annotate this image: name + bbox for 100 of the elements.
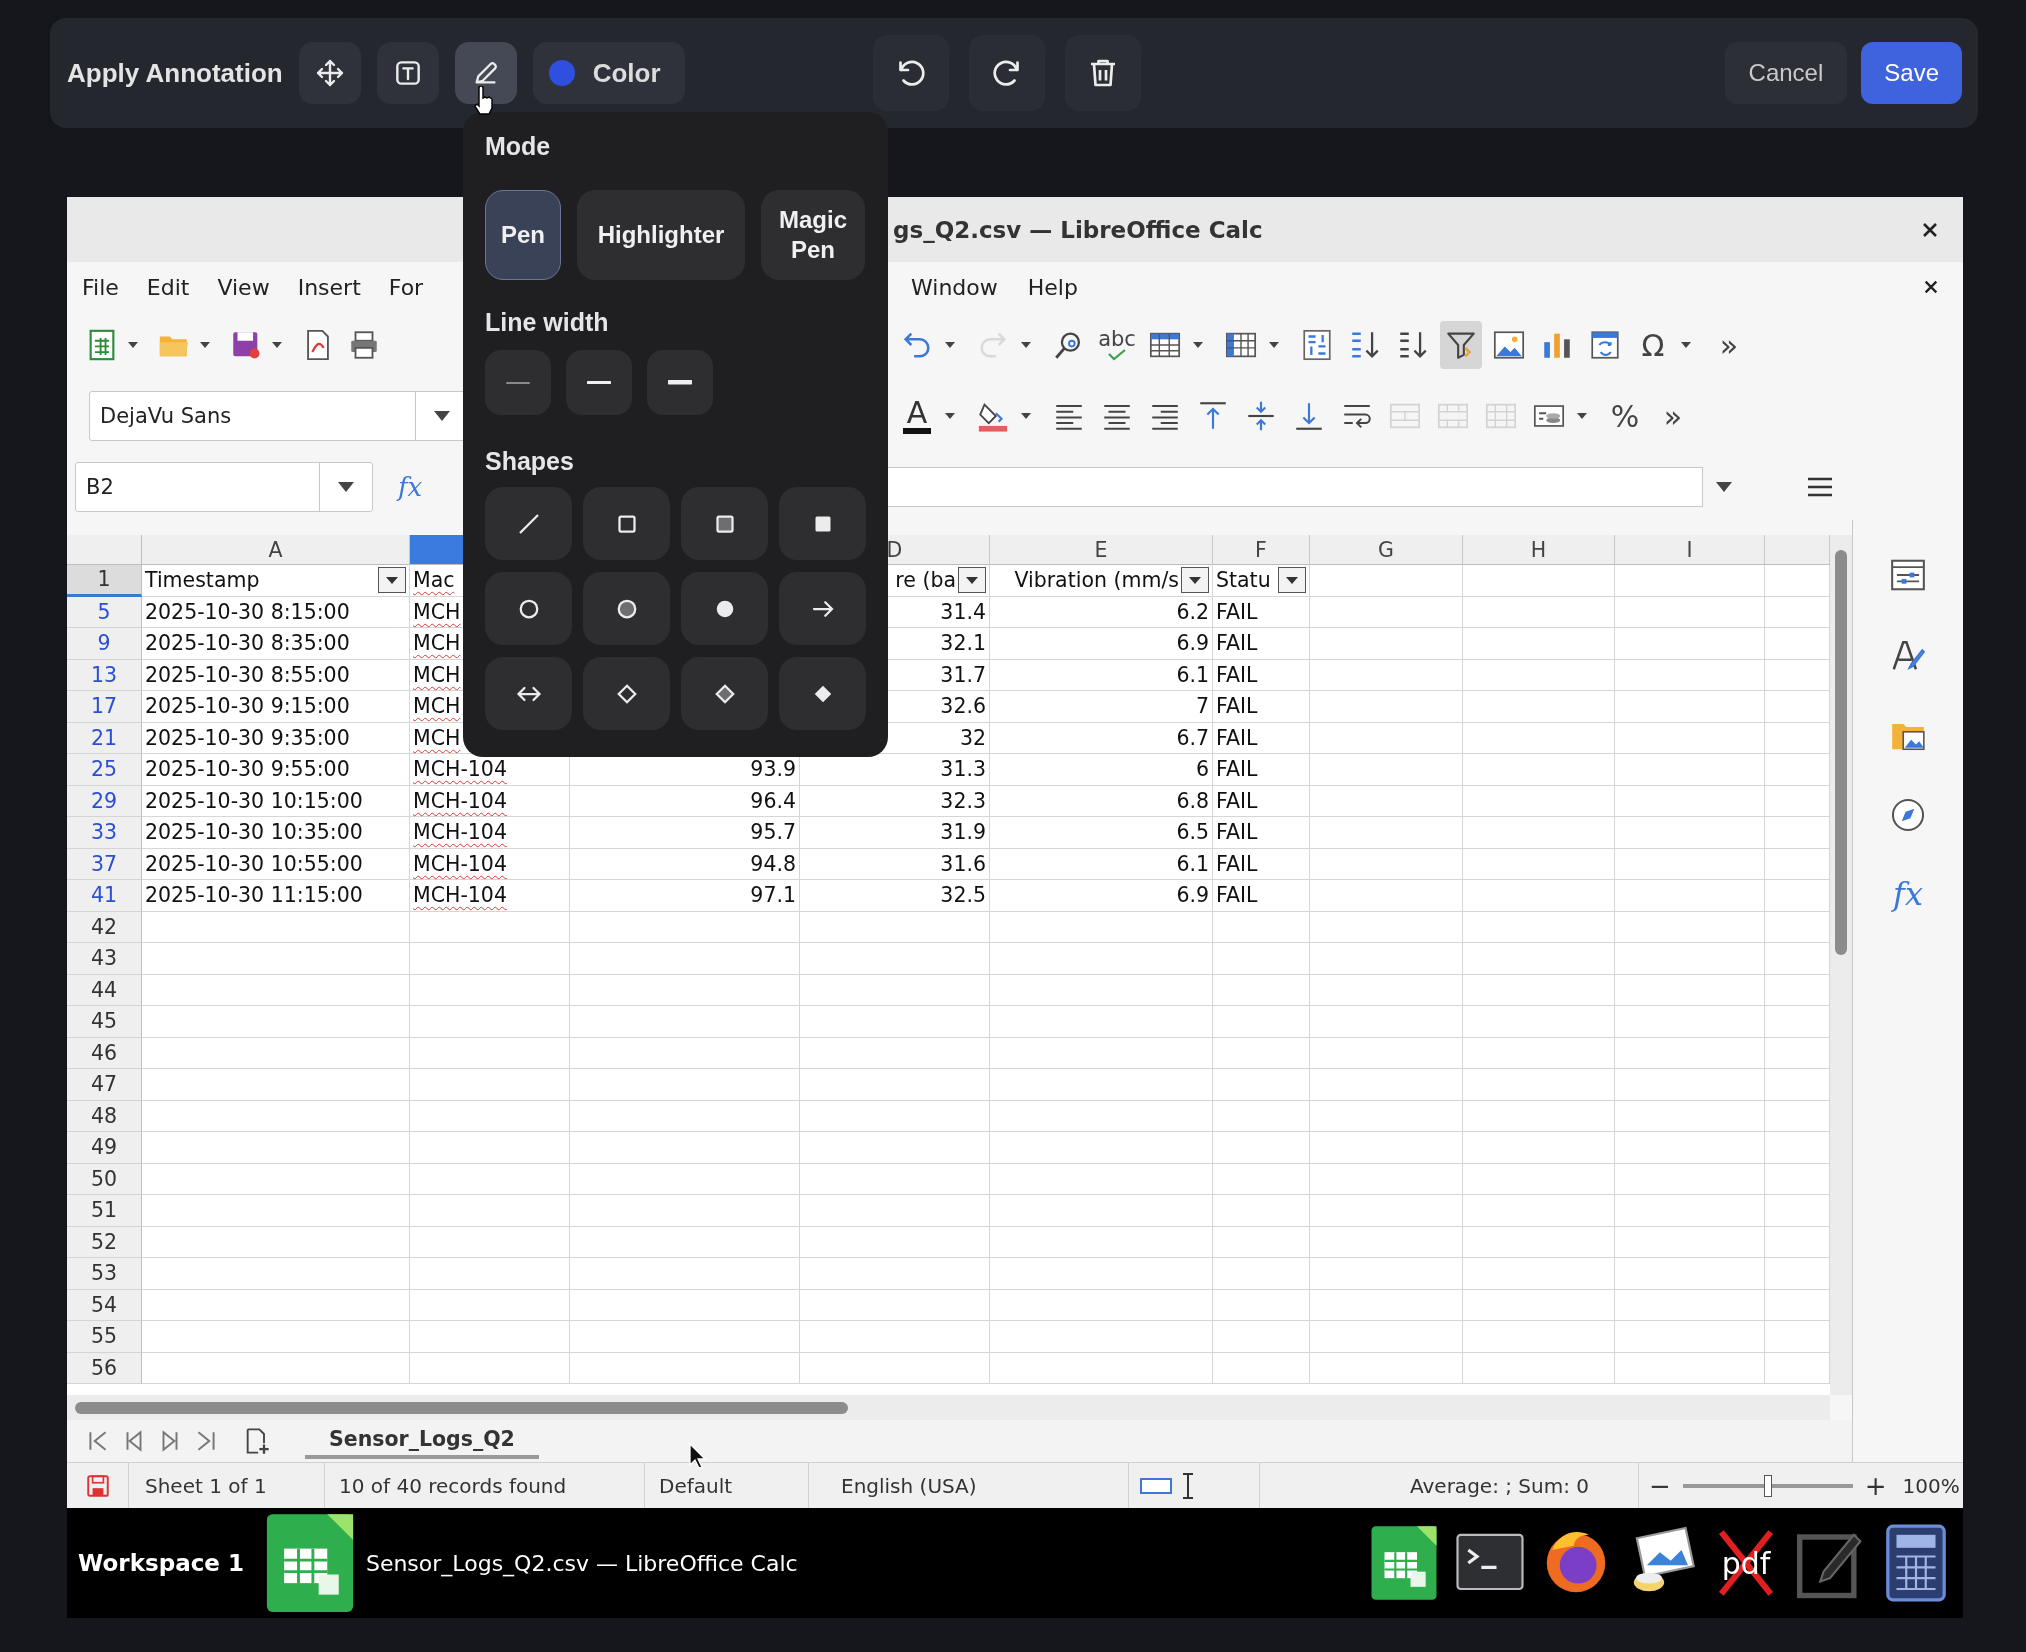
function-wizard-button[interactable]: fx — [398, 472, 423, 502]
special-character-button[interactable]: Ω — [1632, 321, 1674, 369]
more-button[interactable]: » — [1652, 392, 1694, 440]
dropdown-arrow-icon[interactable] — [1020, 412, 1032, 420]
move-tool-button[interactable] — [298, 42, 361, 104]
workspace-label[interactable]: Workspace 1 — [78, 1550, 244, 1576]
dropdown-arrow-icon[interactable] — [944, 341, 956, 349]
mode-button[interactable]: Magic Pen — [761, 190, 865, 280]
more-button[interactable]: » — [1708, 321, 1750, 369]
menu-item[interactable]: Edit — [146, 274, 190, 300]
vertical-scrollbar[interactable] — [1830, 535, 1852, 1395]
row-header[interactable]: 45 — [67, 1006, 142, 1038]
row-header[interactable]: 29 — [67, 785, 142, 817]
row-header[interactable]: 25 — [67, 754, 142, 786]
column-header[interactable]: G — [1310, 535, 1463, 565]
row-header[interactable]: 55 — [67, 1321, 142, 1353]
column-header[interactable]: H — [1463, 535, 1615, 565]
row-header[interactable]: 51 — [67, 1195, 142, 1227]
row-header[interactable]: 1 — [67, 565, 142, 597]
hand-cursor-icon — [472, 86, 496, 116]
row-header[interactable]: 46 — [67, 1037, 142, 1069]
row-header[interactable]: 5 — [67, 596, 142, 628]
row-header[interactable]: 50 — [67, 1163, 142, 1195]
dropdown-arrow-icon[interactable] — [271, 341, 283, 349]
color-button[interactable]: Color — [532, 42, 685, 104]
row-header[interactable]: 13 — [67, 659, 142, 691]
dropdown-arrow-icon[interactable] — [337, 481, 355, 493]
spellcheck-button[interactable]: abc — [1096, 321, 1138, 369]
column-header[interactable]: I — [1615, 535, 1765, 565]
dropdown-arrow-icon[interactable] — [1680, 341, 1692, 349]
dropdown-arrow-icon[interactable] — [1192, 341, 1204, 349]
menu-item[interactable]: Window — [911, 274, 998, 300]
dropdown-arrow-icon[interactable] — [199, 341, 211, 349]
filter-dropdown-button[interactable] — [1278, 567, 1306, 594]
zoom-in-button[interactable]: + — [1864, 1470, 1887, 1501]
row-header[interactable]: 56 — [67, 1352, 142, 1384]
dropdown-arrow-icon[interactable] — [1268, 341, 1280, 349]
menu-item[interactable]: For — [388, 274, 424, 300]
shape-button[interactable] — [779, 657, 866, 730]
column-header[interactable]: E — [990, 535, 1213, 565]
name-box[interactable]: B2 — [75, 462, 373, 512]
dropdown-arrow-icon[interactable] — [127, 341, 139, 349]
filter-dropdown-button[interactable] — [378, 567, 406, 594]
row-header[interactable]: 43 — [67, 943, 142, 975]
row-header[interactable]: 47 — [67, 1069, 142, 1101]
shape-button[interactable] — [681, 487, 768, 560]
shape-button[interactable] — [681, 572, 768, 645]
filter-dropdown-button[interactable] — [1181, 567, 1209, 594]
row-header[interactable]: 17 — [67, 691, 142, 723]
close-icon[interactable] — [1921, 220, 1939, 239]
close-icon[interactable] — [1923, 279, 1939, 295]
row-header[interactable]: 33 — [67, 817, 142, 849]
menu-item[interactable]: Insert — [297, 274, 361, 300]
mode-button[interactable]: Highlighter — [577, 190, 745, 280]
row-header[interactable]: 52 — [67, 1226, 142, 1258]
mode-button[interactable]: Pen — [485, 190, 561, 280]
redo-button[interactable] — [968, 35, 1045, 111]
shape-button[interactable] — [583, 487, 670, 560]
taskbar-window-title[interactable]: Sensor_Logs_Q2.csv — LibreOffice Calc — [365, 1550, 798, 1576]
spreadsheet-app-icon[interactable] — [1369, 1524, 1439, 1602]
menu-icon[interactable] — [1807, 476, 1834, 498]
shape-button[interactable] — [485, 657, 572, 730]
row-header[interactable]: 9 — [67, 628, 142, 660]
row-header[interactable]: 48 — [67, 1100, 142, 1132]
text-tool-button[interactable] — [376, 42, 439, 104]
functions-button[interactable]: fx — [1893, 876, 1923, 912]
dropdown-arrow-icon[interactable] — [944, 412, 956, 420]
save-button[interactable]: Save — [1861, 42, 1962, 104]
document-modified-icon[interactable] — [85, 1472, 111, 1499]
pen-tool-button[interactable] — [454, 42, 517, 104]
dropdown-arrow-icon[interactable] — [1715, 480, 1734, 493]
row-header[interactable]: 54 — [67, 1289, 142, 1321]
font-color-button[interactable]: A — [896, 392, 938, 440]
zoom-out-button[interactable]: − — [1649, 1470, 1671, 1501]
menu-item[interactable]: Help — [1027, 274, 1078, 300]
row-header[interactable]: 41 — [67, 880, 142, 912]
column-header[interactable]: F — [1213, 535, 1310, 565]
row-header[interactable]: 21 — [67, 722, 142, 754]
filter-button[interactable] — [1440, 321, 1482, 369]
horizontal-scrollbar[interactable] — [67, 1395, 1830, 1420]
row-header[interactable]: 49 — [67, 1132, 142, 1164]
row-header[interactable]: 44 — [67, 974, 142, 1006]
navigator-icon[interactable] — [1889, 796, 1927, 834]
table-cell: 2025-10-30 8:55:00 — [142, 659, 410, 691]
undo-button[interactable] — [872, 35, 949, 111]
cancel-button[interactable]: Cancel — [1724, 42, 1848, 104]
line-width-button[interactable] — [647, 350, 713, 415]
row-header[interactable]: 37 — [67, 848, 142, 880]
percent-button[interactable]: % — [1604, 392, 1646, 440]
row-header[interactable]: 42 — [67, 911, 142, 943]
row-header[interactable]: 53 — [67, 1258, 142, 1290]
delete-button[interactable] — [1064, 35, 1141, 111]
shape-button[interactable] — [779, 487, 866, 560]
pivot-table-icon — [1588, 328, 1622, 362]
dropdown-arrow-icon[interactable] — [433, 410, 451, 422]
menu-item[interactable]: View — [217, 274, 270, 300]
menu-item[interactable]: File — [82, 274, 119, 300]
dropdown-arrow-icon[interactable] — [1576, 412, 1588, 420]
filter-dropdown-button[interactable] — [958, 567, 986, 594]
column-header[interactable]: A — [142, 535, 410, 565]
